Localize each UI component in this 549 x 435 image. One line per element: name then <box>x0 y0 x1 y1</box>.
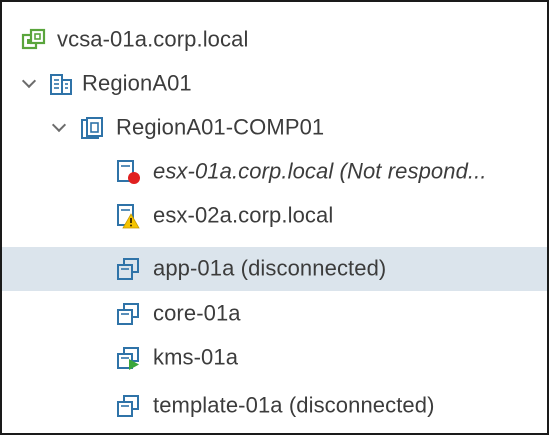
cluster-icon <box>79 115 105 141</box>
tree-item-vcenter[interactable]: vcsa-01a.corp.local <box>2 18 547 62</box>
tree-item-label: kms-01a <box>153 344 239 370</box>
tree-item-label: esx-01a.corp.local (Not respond... <box>153 158 487 184</box>
tree-item-label: esx-02a.corp.local <box>153 202 334 228</box>
tree-item-label: template-01a (disconnected) <box>153 392 435 418</box>
host-error-icon <box>115 159 141 185</box>
tree-item-host-esx-02a[interactable]: esx-02a.corp.local <box>2 194 547 238</box>
tree-item-vm-template-01a[interactable]: template-01a (disconnected) <box>2 384 547 428</box>
inventory-tree-panel: vcsa-01a.corp.local RegionA01 RegionA01-… <box>0 0 549 435</box>
tree-item-label: RegionA01-COMP01 <box>116 114 325 140</box>
tree-item-host-esx-01a[interactable]: esx-01a.corp.local (Not respond... <box>2 150 547 194</box>
vm-icon <box>115 256 141 282</box>
tree-item-label: vcsa-01a.corp.local <box>57 26 249 52</box>
tree-item-datacenter[interactable]: RegionA01 <box>2 62 547 106</box>
vm-icon <box>115 393 141 419</box>
chevron-down-icon[interactable] <box>21 73 37 89</box>
tree-item-cluster[interactable]: RegionA01-COMP01 <box>2 106 547 150</box>
tree-item-label: core-01a <box>153 300 241 326</box>
vm-powered-on-icon <box>115 345 141 371</box>
vcenter-icon <box>21 27 47 53</box>
datacenter-icon <box>48 71 74 97</box>
tree-item-vm-app-01a[interactable]: app-01a (disconnected) <box>2 247 547 291</box>
vm-icon <box>115 301 141 327</box>
tree-item-vm-core-01a[interactable]: core-01a <box>2 292 547 336</box>
host-warning-icon <box>115 203 141 229</box>
chevron-down-icon[interactable] <box>51 117 67 133</box>
tree-item-label: RegionA01 <box>82 70 192 96</box>
tree-item-vm-kms-01a[interactable]: kms-01a <box>2 336 547 380</box>
tree-item-label: app-01a (disconnected) <box>153 255 387 281</box>
